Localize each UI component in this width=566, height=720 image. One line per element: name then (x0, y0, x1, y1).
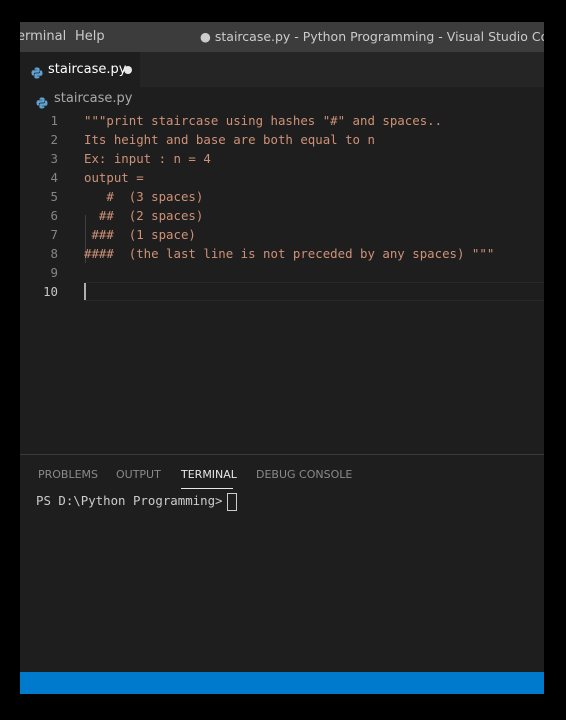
code-text: Its height and base are both equal to n (84, 132, 375, 147)
tab-output[interactable]: OUTPUT (116, 468, 161, 481)
code-text: #### (the last line is not preceded by a… (84, 246, 495, 261)
python-file-icon (31, 64, 43, 83)
vscode-window: erminal Help ● staircase.py - Python Pro… (20, 22, 544, 694)
code-line[interactable]: 2 Its height and base are both equal to … (20, 130, 544, 149)
code-line-active[interactable]: 10 (20, 282, 544, 301)
line-number: 8 (50, 246, 58, 261)
code-line[interactable]: 7 ### (1 space) (20, 225, 544, 244)
line-number: 7 (50, 227, 58, 242)
line-number: 3 (50, 151, 58, 166)
line-number: 4 (50, 170, 58, 185)
code-text: ## (2 spaces) (84, 208, 204, 223)
code-editor[interactable]: 1 """print staircase using hashes "#" an… (20, 111, 544, 451)
breadcrumb: staircase.py (20, 87, 544, 111)
current-line-highlight (84, 282, 544, 301)
line-number: 6 (50, 208, 58, 223)
code-text: # (3 spaces) (84, 189, 204, 204)
title-bar: erminal Help ● staircase.py - Python Pro… (20, 22, 544, 52)
code-text: output = (84, 170, 144, 185)
breadcrumb-file[interactable]: staircase.py (54, 91, 132, 106)
window-title: ● staircase.py - Python Programming - Vi… (200, 29, 544, 44)
line-number: 1 (50, 113, 58, 128)
menu-help[interactable]: Help (75, 29, 105, 44)
menu-terminal[interactable]: erminal (20, 29, 66, 44)
code-line[interactable]: 1 """print staircase using hashes "#" an… (20, 111, 544, 130)
line-number: 2 (50, 132, 58, 147)
code-text: """print staircase using hashes "#" and … (84, 113, 443, 128)
line-number: 9 (50, 265, 58, 280)
code-line[interactable]: 8 #### (the last line is not preceded by… (20, 244, 544, 263)
code-text: Ex: input : n = 4 (84, 151, 211, 166)
status-bar (20, 672, 544, 694)
code-line[interactable]: 3 Ex: input : n = 4 (20, 149, 544, 168)
tab-problems[interactable]: PROBLEMS (38, 468, 98, 481)
unsaved-dot-icon[interactable] (124, 66, 132, 74)
tab-staircase-py[interactable]: staircase.py (20, 52, 140, 87)
line-number: 10 (43, 284, 58, 299)
active-tab-indicator (181, 488, 233, 489)
text-cursor (84, 283, 86, 300)
tab-terminal[interactable]: TERMINAL (181, 468, 237, 481)
bottom-panel: PROBLEMS OUTPUT TERMINAL DEBUG CONSOLE P… (20, 454, 544, 673)
code-line[interactable]: 6 ## (2 spaces) (20, 206, 544, 225)
line-number: 5 (50, 189, 58, 204)
tab-debug-console[interactable]: DEBUG CONSOLE (256, 468, 352, 481)
tab-label: staircase.py (48, 62, 127, 77)
editor-tab-bar: staircase.py (20, 52, 544, 87)
code-text: ### (1 space) (84, 227, 196, 242)
terminal-cursor (227, 493, 237, 511)
code-line[interactable]: 9 (20, 263, 544, 282)
terminal-prompt[interactable]: PS D:\Python Programming> (36, 493, 230, 508)
code-line[interactable]: 5 # (3 spaces) (20, 187, 544, 206)
code-line[interactable]: 4 output = (20, 168, 544, 187)
